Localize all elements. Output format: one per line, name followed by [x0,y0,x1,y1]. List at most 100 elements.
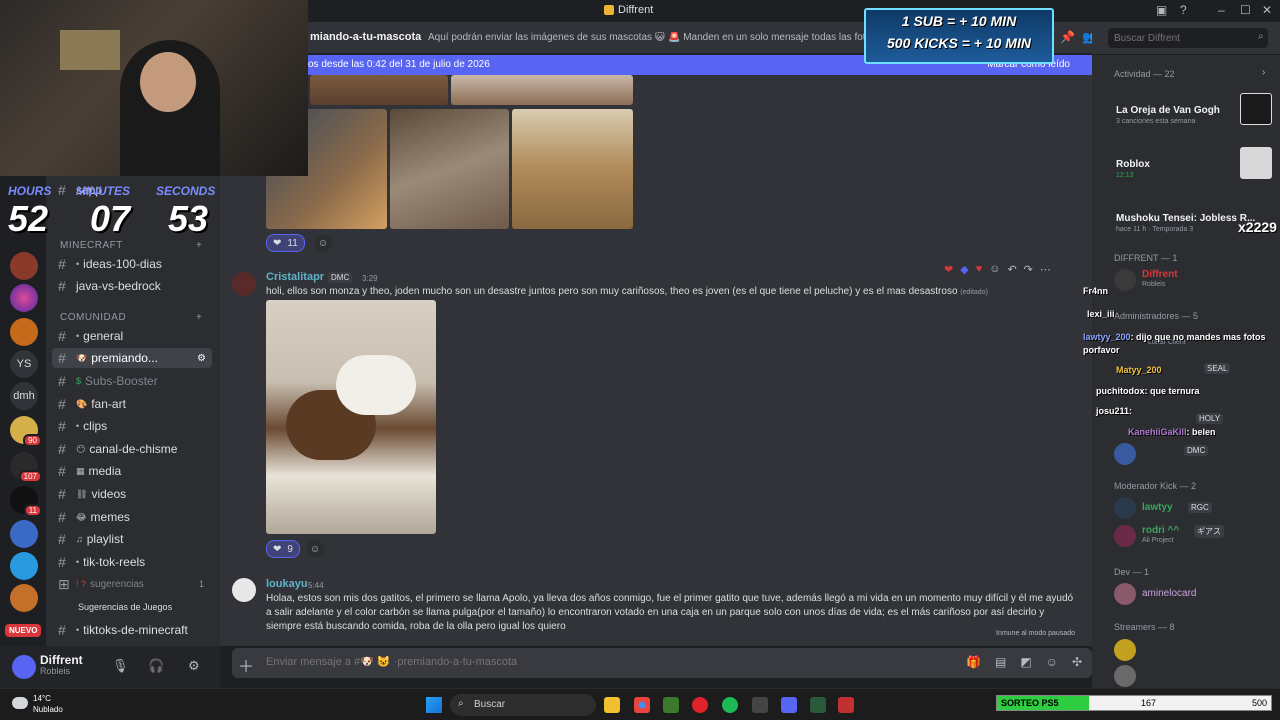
activity-item[interactable]: Roblox 12:13 [1114,147,1274,179]
heart-react-icon[interactable]: ♥ [976,263,983,275]
member-item[interactable]: Diffrent Robleis [1114,267,1274,293]
close-button[interactable]: ✕ [1262,3,1272,17]
heart-reaction[interactable]: ❤ 9 [266,540,300,558]
channel-general[interactable]: # • general [52,326,212,346]
channel-memes[interactable]: # 😂 memes [52,507,212,527]
attach-plus-icon[interactable]: ＋ [238,653,254,677]
app-logo-icon [604,5,614,15]
user-name[interactable]: Diffrent [40,653,83,667]
activity-item[interactable]: La Oreja de Van Gogh 3 canciones esta se… [1114,93,1274,125]
channel-premiando[interactable]: # 🐶 premiando... ⚙ [52,348,212,368]
activity-item[interactable]: Mushoku Tensei: Jobless R... hace 11 h ·… [1114,201,1277,235]
minimize-button[interactable]: – [1218,3,1225,17]
server-icon[interactable] [10,284,38,312]
channel-fan-art[interactable]: # 🎨 fan-art [52,394,212,414]
channel-subs-booster[interactable]: # $ Subs-Booster [52,371,212,391]
avatar[interactable] [232,272,256,296]
channel-tiktoks-de-minecraft[interactable]: # • tiktoks-de-minecraft [52,620,212,640]
minecraft-icon[interactable] [663,697,679,713]
avatar[interactable] [12,655,36,679]
server-icon[interactable] [10,584,38,612]
add-channel-icon[interactable]: + [196,312,202,323]
cat-photo[interactable] [390,109,509,229]
avatar [1114,665,1136,687]
gif-icon[interactable]: ▤ [995,655,1006,669]
avatar[interactable] [232,578,256,602]
reply-icon[interactable]: ↶ [1007,263,1016,276]
channel-ideas-100-dias[interactable]: # • ideas-100-dias [52,254,212,274]
search-icon[interactable]: ⌕ [1258,31,1264,42]
forward-icon[interactable]: ↷ [1024,263,1033,276]
weather-temperature[interactable]: 14°C [33,694,51,703]
channel-sugerencias[interactable]: ⊞ ! ? sugerencias 1 [52,574,212,594]
emoji-icon[interactable]: ☺ [1046,655,1058,669]
spotify-icon[interactable] [722,697,738,713]
gift-icon[interactable]: 🎁 [966,655,981,669]
member-item[interactable]: rodri ^^ ギアス Ali Project [1114,523,1274,549]
heart-react-icon[interactable]: ❤ [944,263,953,276]
channel-media[interactable]: # ▦ media [52,461,212,481]
activity-header[interactable]: Actividad — 22 [1114,69,1175,79]
cat-photo[interactable] [310,75,448,105]
cat-photo[interactable] [451,75,633,105]
member-item[interactable]: DMC [1114,441,1274,467]
member-name: rodri ^^ [1142,525,1180,536]
cat-photo[interactable] [512,109,633,229]
steam-icon[interactable] [752,697,768,713]
headphones-icon[interactable]: 🎧 [148,658,164,674]
channel-clips[interactable]: # • clips [52,416,212,436]
maximize-button[interactable]: ☐ [1240,3,1251,17]
emoji-react-icon[interactable]: ◆ [960,263,968,276]
add-reaction-button[interactable]: ☺ [306,540,324,558]
heart-reaction[interactable]: ❤ 11 [266,234,305,252]
taskbar-search[interactable]: ⌕ Buscar [450,694,596,716]
inbox-icon[interactable]: ▣ [1156,3,1167,17]
apps-icon[interactable]: ✣ [1072,655,1082,669]
sticker-icon[interactable]: ◩ [1020,655,1031,669]
discord-icon[interactable] [781,697,797,713]
message-input[interactable] [266,656,866,668]
settings-gear-icon[interactable]: ⚙ [188,658,200,674]
server-icon[interactable]: 107 [10,452,42,483]
channel-playlist[interactable]: # ♫ playlist [52,529,212,549]
message-author[interactable]: loukayu [266,578,308,590]
settings-icon[interactable]: ⚙ [197,353,206,364]
add-reaction-icon[interactable]: ☺ [989,263,1000,275]
pin-icon[interactable]: 📌 [1060,30,1075,44]
more-options-icon[interactable]: ⋯ [1040,263,1051,276]
server-icon[interactable]: 11 [10,486,42,517]
server-icon[interactable] [10,252,38,280]
thread-sugerencias-juegos[interactable]: Sugerencias de Juegos [72,597,232,617]
search-input[interactable] [1108,28,1268,48]
file-explorer-icon[interactable] [604,697,620,713]
server-icon[interactable] [10,520,38,548]
dog-photo[interactable] [266,300,436,534]
category-comunidad[interactable]: COMUNIDAD + [60,312,202,323]
server-icon[interactable] [10,552,38,580]
channel-topic[interactable]: Aquí podrán enviar las imágenes de sus m… [428,32,868,43]
member-item[interactable] [1114,637,1274,663]
server-ys[interactable]: YS [10,350,38,378]
server-icon[interactable]: 90 [10,416,42,447]
member-item[interactable]: aminelocard [1114,581,1274,607]
opera-icon[interactable] [692,697,708,713]
channel-videos[interactable]: # ⛓ videos [52,484,212,504]
add-reaction-button[interactable]: ☺ [314,234,332,252]
message-author[interactable]: Cristalitapr [266,271,324,283]
chevron-right-icon[interactable]: › [1262,67,1265,78]
role-tag: DMC [1184,445,1209,456]
server-dmh[interactable]: dmh [10,382,38,410]
microphone-icon[interactable]: 🎙 [112,658,129,674]
windows-start-icon[interactable] [426,697,442,713]
chrome-icon[interactable] [634,697,650,713]
channel-java-vs-bedrock[interactable]: # java-vs-bedrock [52,276,212,296]
member-item[interactable] [1114,663,1274,688]
member-item[interactable]: lawtyy RGC [1114,495,1274,521]
server-icon[interactable] [10,318,38,346]
channel-tik-tok-reels[interactable]: # • tik-tok-reels [52,552,212,572]
app-icon[interactable] [838,697,854,713]
help-icon[interactable]: ? [1180,3,1187,17]
channel-canal-de-chisme[interactable]: # 😶 canal-de-chisme [52,439,212,459]
weather-description[interactable]: Nublado [33,705,63,714]
app-icon[interactable] [810,697,826,713]
